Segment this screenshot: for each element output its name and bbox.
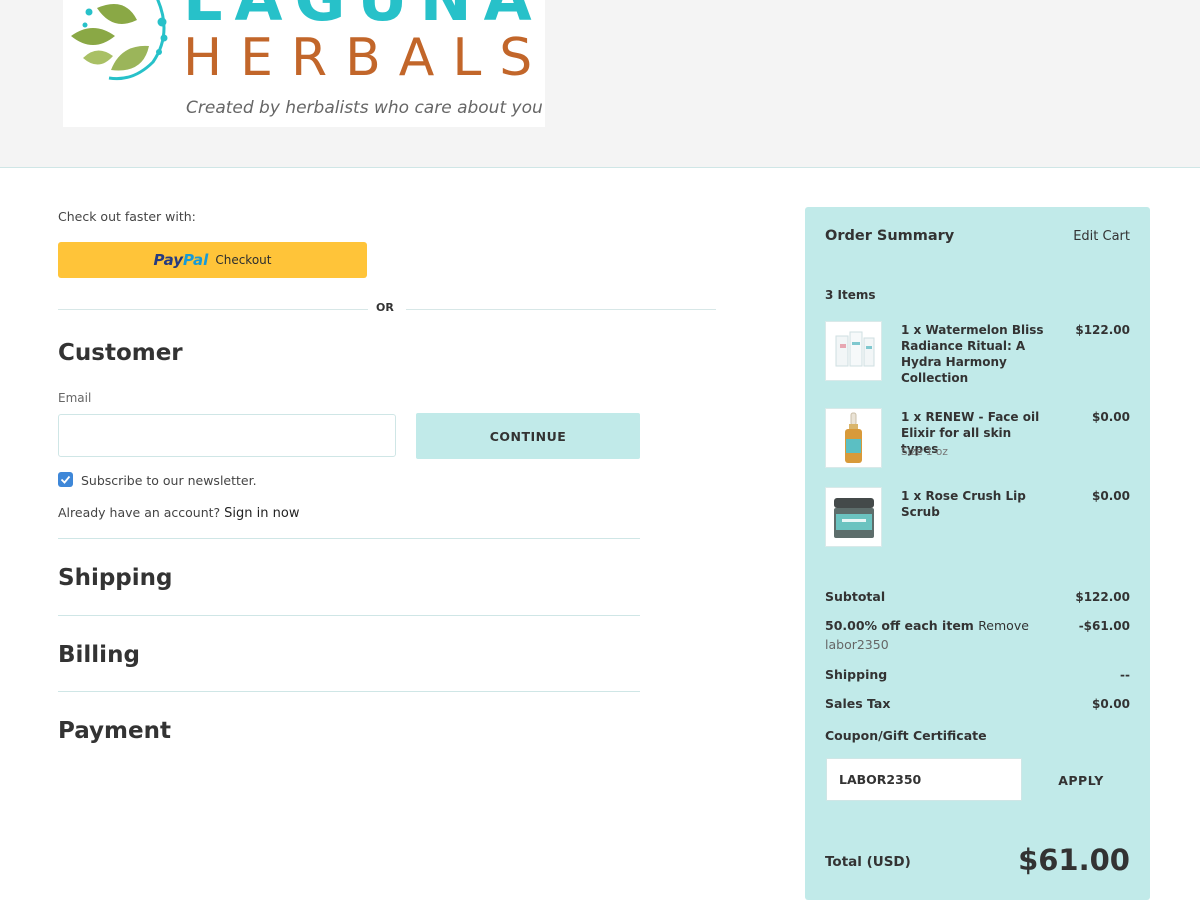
express-checkout-label: Check out faster with:: [58, 209, 196, 224]
edit-cart-link[interactable]: Edit Cart: [1073, 229, 1130, 244]
discount-label: 50.00% off each item: [825, 618, 974, 633]
apply-coupon-button[interactable]: APPLY: [1041, 766, 1121, 794]
sales-tax-value: $0.00: [1092, 697, 1130, 711]
customer-heading: Customer: [58, 340, 183, 366]
scrub-jar-icon: [834, 498, 874, 538]
or-divider-text: OR: [376, 301, 394, 314]
discount-code: labor2350: [825, 637, 889, 652]
product-set-icon: [835, 331, 875, 367]
dropper-bottle-icon: [845, 412, 862, 463]
shipping-label: Shipping: [825, 667, 888, 682]
newsletter-checkbox[interactable]: [58, 472, 73, 487]
paypal-logo-pal: Pal: [183, 251, 209, 269]
item-price: $0.00: [1092, 489, 1130, 503]
item-name: 1 x Watermelon Bliss Radiance Ritual: A …: [901, 323, 1044, 385]
item-price: $0.00: [1092, 410, 1130, 424]
remove-discount-link[interactable]: Remove: [978, 618, 1029, 633]
item-option: Size 1 oz: [901, 446, 948, 458]
section-divider: [58, 691, 640, 692]
product-set-image: [825, 321, 882, 381]
order-summary-title: Order Summary: [825, 228, 955, 244]
subtotal-label: Subtotal: [825, 589, 886, 604]
scrub-jar-image: [825, 487, 882, 547]
order-summary-panel: Order Summary Edit Cart 3 Items 1 x Wate…: [805, 207, 1150, 900]
total-label: Total (USD): [825, 854, 911, 870]
logo-tagline: Created by herbalists who care about you: [186, 98, 543, 118]
or-divider-left: [58, 309, 368, 310]
item-name: 1 x Rose Crush Lip Scrub: [901, 489, 1026, 519]
shipping-value: --: [1120, 668, 1130, 682]
email-input[interactable]: [58, 414, 396, 457]
paypal-logo-pay: Pay: [153, 251, 184, 269]
billing-heading[interactable]: Billing: [58, 642, 140, 668]
paypal-checkout-label: Checkout: [215, 253, 272, 267]
payment-heading[interactable]: Payment: [58, 718, 171, 744]
coupon-label: Coupon/Gift Certificate: [825, 728, 987, 743]
discount-value: -$61.00: [1078, 619, 1130, 633]
total-value: $61.00: [1018, 843, 1130, 877]
checkmark-icon: [60, 475, 71, 484]
shipping-heading[interactable]: Shipping: [58, 565, 172, 591]
site-header: LAGUNA HERBALS Created by herbalists who…: [0, 0, 1200, 168]
store-logo[interactable]: LAGUNA HERBALS Created by herbalists who…: [63, 0, 545, 127]
newsletter-label: Subscribe to our newsletter.: [81, 473, 257, 488]
continue-button[interactable]: CONTINUE: [416, 413, 640, 459]
discount-row: 50.00% off each item Remove: [825, 618, 1029, 633]
dropper-bottle-image: [825, 408, 882, 468]
or-divider-right: [406, 309, 716, 310]
sign-in-link[interactable]: Sign in now: [224, 506, 299, 521]
sales-tax-label: Sales Tax: [825, 696, 891, 711]
section-divider: [58, 615, 640, 616]
account-prompt: Already have an account? Sign in now: [58, 505, 299, 521]
coupon-input[interactable]: [826, 758, 1022, 801]
section-divider: [58, 538, 640, 539]
item-count: 3 Items: [825, 288, 876, 302]
item-price: $122.00: [1075, 323, 1130, 337]
paypal-checkout-button[interactable]: Pay Pal Checkout: [58, 242, 367, 278]
leaf-emblem-icon: [71, 0, 168, 81]
subtotal-value: $122.00: [1075, 590, 1130, 604]
logo-wordmark-bottom: HERBALS: [183, 28, 545, 88]
email-label: Email: [58, 391, 92, 405]
account-prompt-text: Already have an account?: [58, 505, 221, 520]
